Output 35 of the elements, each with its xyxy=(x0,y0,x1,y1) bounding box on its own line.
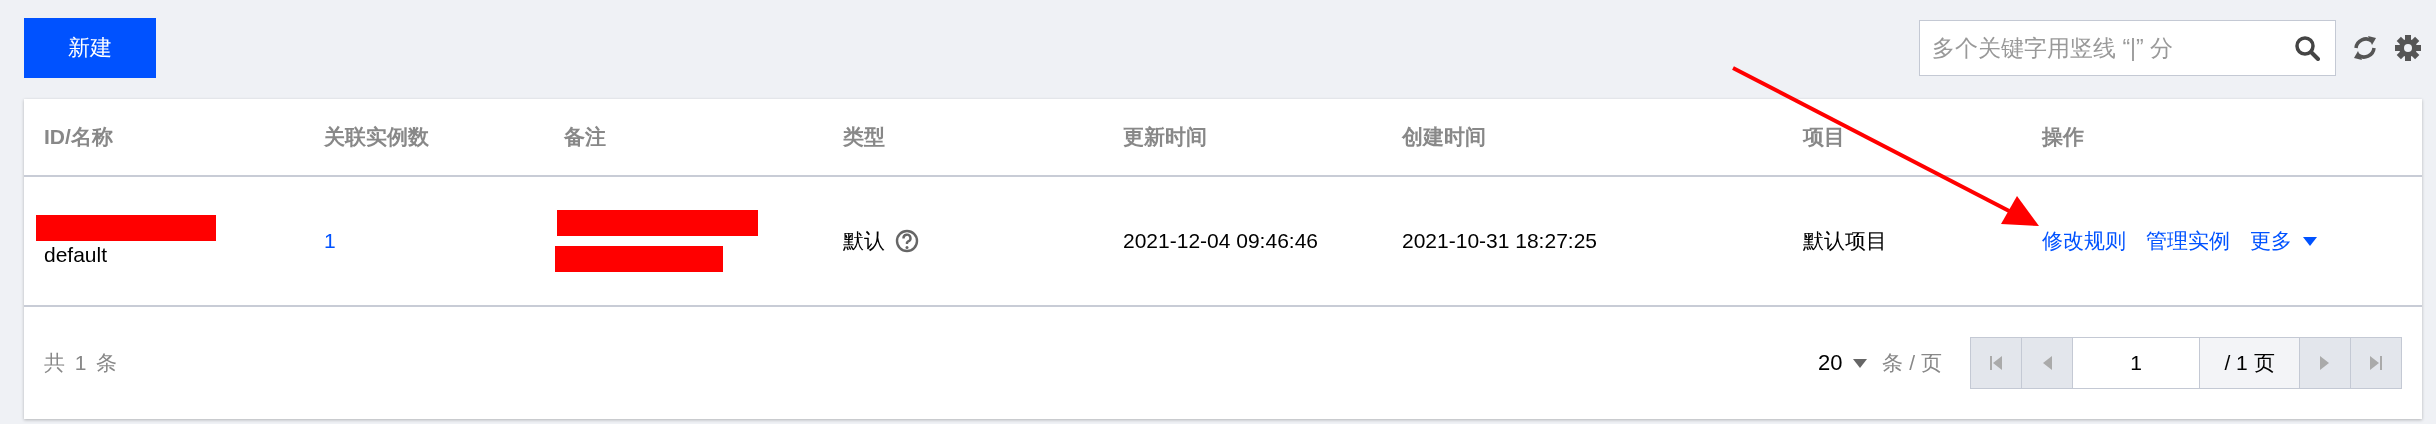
refresh-icon[interactable] xyxy=(2352,34,2378,62)
page-size-label: 条 / 页 xyxy=(1882,350,1942,376)
last-page-button[interactable] xyxy=(2350,337,2402,389)
total-count: 共 1 条 xyxy=(44,350,118,376)
page-size-select[interactable]: 20 xyxy=(1818,350,1869,376)
name-text: default xyxy=(44,243,108,267)
new-button[interactable]: 新建 xyxy=(24,18,156,78)
instance-count-link[interactable]: 1 xyxy=(324,229,336,253)
next-page-button[interactable] xyxy=(2299,337,2350,389)
first-page-button[interactable] xyxy=(1970,337,2021,389)
project-name: 默认项目 xyxy=(1803,228,1887,254)
column-header: 备注 xyxy=(563,124,607,150)
caret-icon xyxy=(1852,357,1869,369)
caret-icon xyxy=(2302,235,2318,247)
prev-page-button[interactable] xyxy=(2021,337,2072,389)
column-header: 类型 xyxy=(842,124,886,150)
help-icon[interactable] xyxy=(895,229,919,253)
search-field[interactable]: 多个关键字用竖线 “|” 分 xyxy=(1919,20,2336,76)
more-dropdown-link[interactable]: 更多 xyxy=(2250,227,2318,255)
last-page-icon xyxy=(2369,354,2383,372)
column-header: 关联实例数 xyxy=(323,124,430,150)
page-input[interactable]: 1 xyxy=(2072,337,2199,389)
updated-time: 2021-12-04 09:46:46 xyxy=(1123,229,1318,253)
created-time: 2021-10-31 18:27:25 xyxy=(1402,229,1597,253)
search-icon xyxy=(2294,35,2320,61)
page-total: / 1 页 xyxy=(2199,337,2299,389)
column-header: 操作 xyxy=(2040,124,2085,150)
column-header: 项目 xyxy=(1801,124,1846,150)
action-link[interactable]: 管理实例 xyxy=(2146,227,2230,255)
action-link[interactable]: 修改规则 xyxy=(2042,227,2126,255)
column-header: 创建时间 xyxy=(1400,124,1487,150)
type-text: 默认 xyxy=(843,228,885,254)
first-page-icon xyxy=(1989,354,2003,372)
column-header: 更新时间 xyxy=(1122,124,1208,150)
column-header: ID/名称 xyxy=(43,124,114,150)
